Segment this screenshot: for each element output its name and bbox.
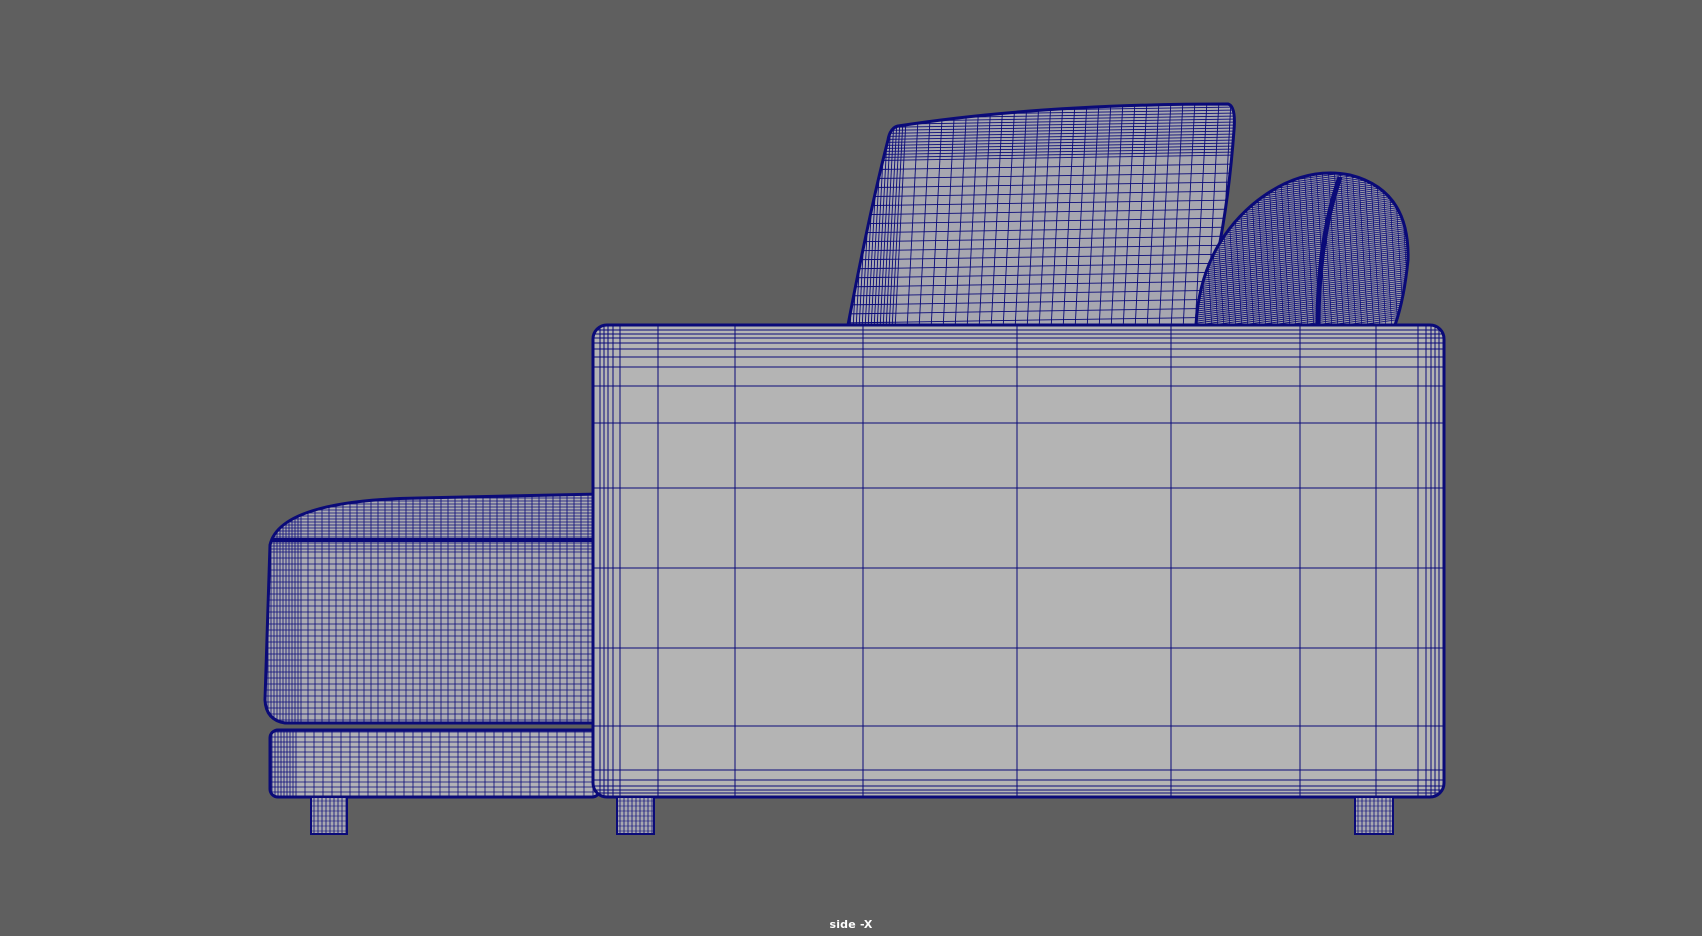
leg-middle[interactable]: [616, 796, 655, 835]
seat-base[interactable]: [268, 728, 602, 800]
sofa-wireframe-scene[interactable]: [0, 0, 1702, 936]
leg-right[interactable]: [1354, 796, 1394, 835]
wire-edge: [848, 104, 854, 325]
back-cushion[interactable]: [838, 100, 1240, 330]
wire-edge: [848, 104, 851, 325]
camera-label: side -X: [829, 918, 873, 931]
leg-left[interactable]: [310, 796, 348, 835]
armrest[interactable]: [590, 320, 1448, 800]
seat-cushion[interactable]: [262, 490, 602, 725]
modeling-viewport[interactable]: side -X: [0, 0, 1702, 936]
